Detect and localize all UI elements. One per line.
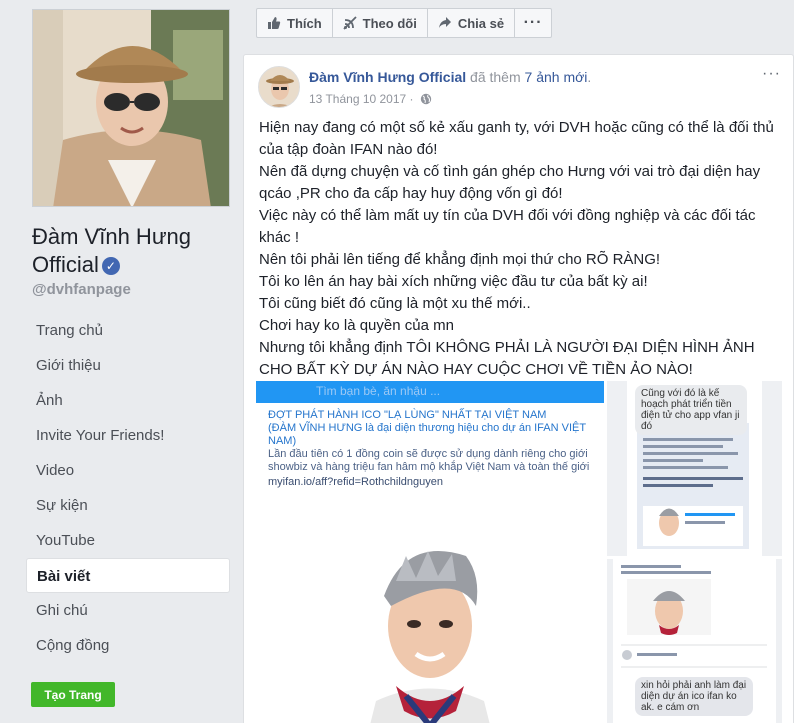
- post-date[interactable]: 13 Tháng 10 2017: [309, 92, 406, 106]
- post-text-line: Hiện nay đang có một số kẻ xấu ganh ty, …: [259, 119, 774, 158]
- nav-item-nh[interactable]: Ảnh: [26, 383, 230, 418]
- post-options-button[interactable]: ···: [762, 65, 781, 83]
- nav-item-s-ki-n[interactable]: Sự kiện: [26, 488, 230, 523]
- post-header: Đàm Vĩnh Hưng Official đã thêm 7 ảnh mới…: [309, 69, 591, 85]
- photo-grid: Tìm bạn bè, ăn nhậu ... ĐỢT PHÁT HÀNH IC…: [256, 381, 782, 723]
- nav-item-gi-i-thi-u[interactable]: Giới thiệu: [26, 348, 230, 383]
- profile-photo[interactable]: [32, 9, 230, 207]
- post-text-line: Nhưng tôi khẳng định TÔI KHÔNG PHẢI LÀ N…: [259, 339, 755, 378]
- photo-main-subhead: (ĐÀM VĨNH HƯNG là đại diện thương hiệu c…: [268, 422, 586, 447]
- photo-main-headline: ĐỢT PHÁT HÀNH ICO "LẠ LÙNG" NHẤT TẠI VIỆ…: [268, 409, 547, 421]
- follow-label: Theo dõi: [362, 15, 417, 31]
- photo-main-portrait: [256, 526, 604, 723]
- photo-side-1[interactable]: Cũng với đó là kế hoạch phát triển tiền …: [607, 381, 782, 556]
- page-action-bar: Thích Theo dõi Chia sẻ ···: [256, 8, 553, 38]
- post-text-line: Chơi hay ko là quyền của mn: [259, 317, 454, 334]
- avatar-image: [259, 67, 299, 107]
- like-button[interactable]: Thích: [257, 9, 333, 37]
- post-author-link[interactable]: Đàm Vĩnh Hưng Official: [309, 69, 466, 85]
- share-label: Chia sẻ: [457, 15, 505, 31]
- photo-main-search-hint: Tìm bạn bè, ăn nhậu ...: [316, 384, 441, 398]
- post-card: Đàm Vĩnh Hưng Official đã thêm 7 ảnh mới…: [243, 54, 794, 723]
- post-text: Hiện nay đang có một số kẻ xấu ganh ty, …: [259, 117, 784, 381]
- photo-main[interactable]: Tìm bạn bè, ăn nhậu ... ĐỢT PHÁT HÀNH IC…: [256, 381, 604, 723]
- share-button[interactable]: Chia sẻ: [428, 9, 516, 37]
- nav-item-trang-ch[interactable]: Trang chủ: [26, 313, 230, 348]
- globe-icon[interactable]: [420, 93, 432, 105]
- create-page-button[interactable]: Tạo Trang: [31, 682, 115, 707]
- post-action-suffix: .: [587, 69, 592, 85]
- post-text-line: Nên tôi phải lên tiếng để khẳng định mọi…: [259, 251, 661, 268]
- post-text-line: Tôi ko lên án hay bài xích những việc đầ…: [259, 273, 648, 290]
- post-text-line: Việc này có thể làm mất uy tín của DVH đ…: [259, 207, 756, 246]
- profile-photo-image: [33, 10, 229, 206]
- photo-side-2-bubble: xin hỏi phải anh làm đại diện dự án ico …: [635, 677, 753, 716]
- page-name-heading: Đàm Vĩnh Hưng Official ✓: [32, 223, 232, 279]
- nav-item-ghi-ch[interactable]: Ghi chú: [26, 593, 230, 628]
- photo-side-2[interactable]: xin hỏi phải anh làm đại diện dự án ico …: [607, 559, 782, 723]
- photo-main-search-bar: Tìm bạn bè, ăn nhậu ...: [256, 381, 604, 403]
- verified-badge-icon: ✓: [101, 257, 120, 275]
- like-label: Thích: [287, 15, 322, 31]
- nav-item-youtube[interactable]: YouTube: [26, 523, 230, 558]
- nav-item-video[interactable]: Video: [26, 453, 230, 488]
- nav-item-c-ng-ng[interactable]: Cộng đồng: [26, 628, 230, 663]
- post-text-line: Nên đã dựng chuyện và cố tình gán ghép c…: [259, 163, 761, 202]
- follow-icon: [343, 16, 357, 30]
- post-author-avatar[interactable]: [258, 66, 300, 108]
- photo-count-link[interactable]: 7 ảnh mới: [525, 69, 588, 85]
- thumbs-up-icon: [267, 16, 281, 30]
- photo-main-body: Lần đầu tiên có 1 đồng coin sẽ được sử d…: [268, 448, 590, 473]
- more-options-button[interactable]: ···: [515, 9, 551, 37]
- follow-button[interactable]: Theo dõi: [333, 9, 428, 37]
- post-meta: 13 Tháng 10 2017 ·: [309, 92, 432, 106]
- photo-side-1-bubble: Cũng với đó là kế hoạch phát triển tiền …: [635, 385, 747, 435]
- left-column: Đàm Vĩnh Hưng Official ✓ @dvhfanpage Tran…: [0, 0, 244, 723]
- photo-main-link: myifan.io/aff?refid=Rothchildnguyen: [268, 476, 443, 488]
- post-text-line: Tôi cũng biết đó cũng là một xu thế mới.…: [259, 295, 531, 312]
- nav-item-invite-your-friends[interactable]: Invite Your Friends!: [26, 418, 230, 453]
- page-nav: Trang chủ Giới thiệu Ảnh Invite Your Friend…: [26, 313, 230, 663]
- post-action-text: đã thêm: [470, 69, 521, 85]
- page-handle[interactable]: @dvhfanpage: [32, 281, 131, 298]
- photo-main-caption: ĐỢT PHÁT HÀNH ICO "LẠ LÙNG" NHẤT TẠI VIỆ…: [256, 403, 604, 523]
- meta-separator: ·: [409, 92, 414, 106]
- nav-item-b-i-vi-t[interactable]: Bài viết: [26, 558, 230, 593]
- share-arrow-icon: [438, 16, 452, 30]
